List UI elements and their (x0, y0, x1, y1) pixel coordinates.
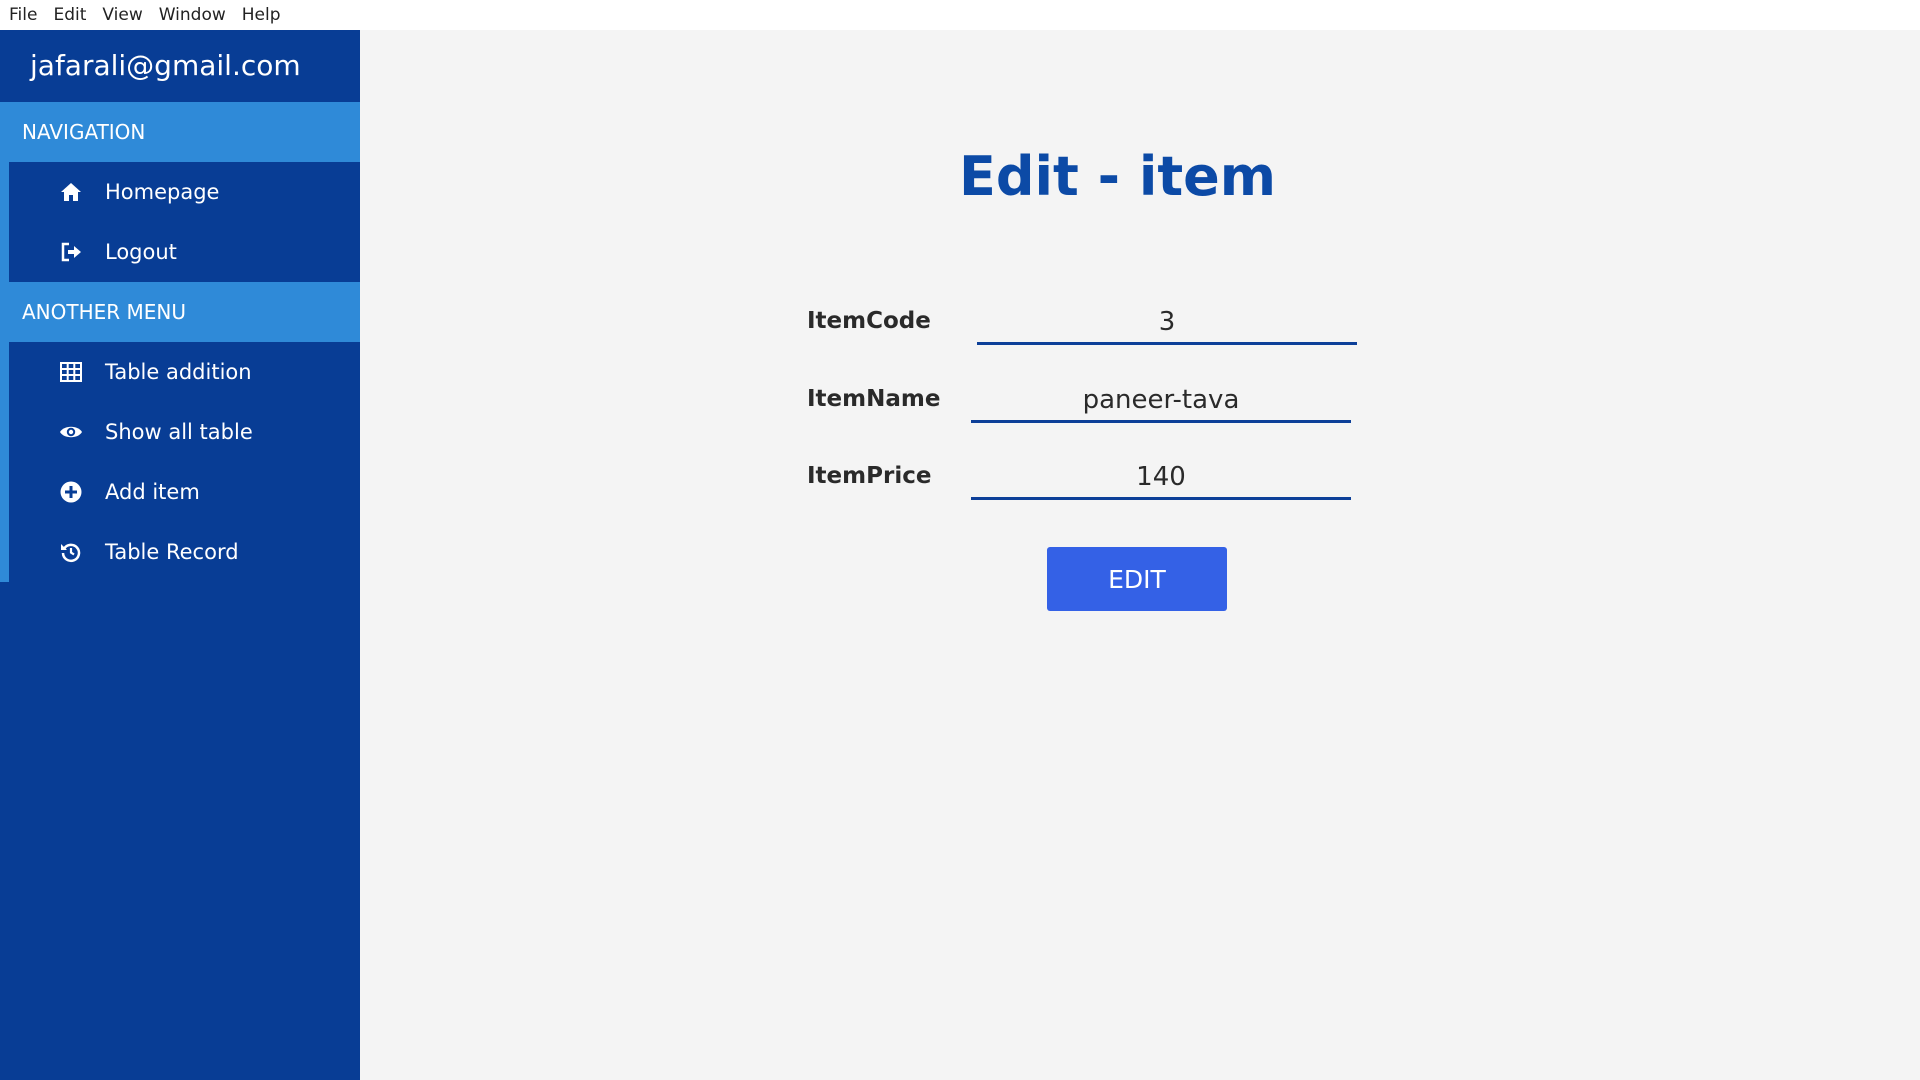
item-price-field[interactable] (971, 456, 1351, 500)
sidebar-item-label: Add item (105, 480, 200, 504)
sidebar-item-show-all-table[interactable]: Show all table (9, 402, 360, 462)
section-header-another-menu: ANOTHER MENU (0, 282, 360, 342)
section-navigation: Homepage Logout (0, 162, 360, 282)
menu-window[interactable]: Window (152, 0, 235, 30)
sidebar-item-label: Show all table (105, 420, 253, 444)
section-another-menu: Table addition Show all table Add item T… (0, 342, 360, 582)
section-header-navigation: NAVIGATION (0, 102, 360, 162)
menu-edit[interactable]: Edit (46, 0, 95, 30)
menu-bar: File Edit View Window Help (0, 0, 1920, 30)
item-code-label: ItemCode (807, 308, 931, 334)
menu-help[interactable]: Help (235, 0, 290, 30)
sidebar-item-add-item[interactable]: Add item (9, 462, 360, 522)
home-icon (58, 179, 84, 205)
history-icon (58, 539, 84, 565)
edit-button[interactable]: EDIT (1047, 547, 1227, 611)
plus-circle-icon (58, 479, 84, 505)
item-price-label: ItemPrice (807, 463, 932, 489)
item-code-field[interactable] (977, 301, 1357, 345)
page-title: Edit - item (958, 145, 1277, 208)
menu-view[interactable]: View (95, 0, 151, 30)
main-content: Edit - item ItemCode ItemName ItemPrice … (360, 30, 1920, 1080)
item-name-field[interactable] (971, 379, 1351, 423)
sidebar-item-logout[interactable]: Logout (9, 222, 360, 282)
sidebar-item-label: Logout (105, 240, 177, 264)
logout-icon (58, 239, 84, 265)
sidebar-item-label: Homepage (105, 180, 220, 204)
item-name-label: ItemName (807, 386, 941, 412)
table-icon (58, 359, 84, 385)
user-email: jafarali@gmail.com (30, 49, 301, 82)
sidebar-item-table-addition[interactable]: Table addition (9, 342, 360, 402)
menu-file[interactable]: File (2, 0, 46, 30)
sidebar-item-table-record[interactable]: Table Record (9, 522, 360, 582)
sidebar-item-label: Table addition (105, 360, 252, 384)
sidebar-item-label: Table Record (105, 540, 239, 564)
sidebar: jafarali@gmail.com NAVIGATION Homepage L… (0, 30, 360, 1080)
sidebar-item-homepage[interactable]: Homepage (9, 162, 360, 222)
eye-icon (58, 419, 84, 445)
